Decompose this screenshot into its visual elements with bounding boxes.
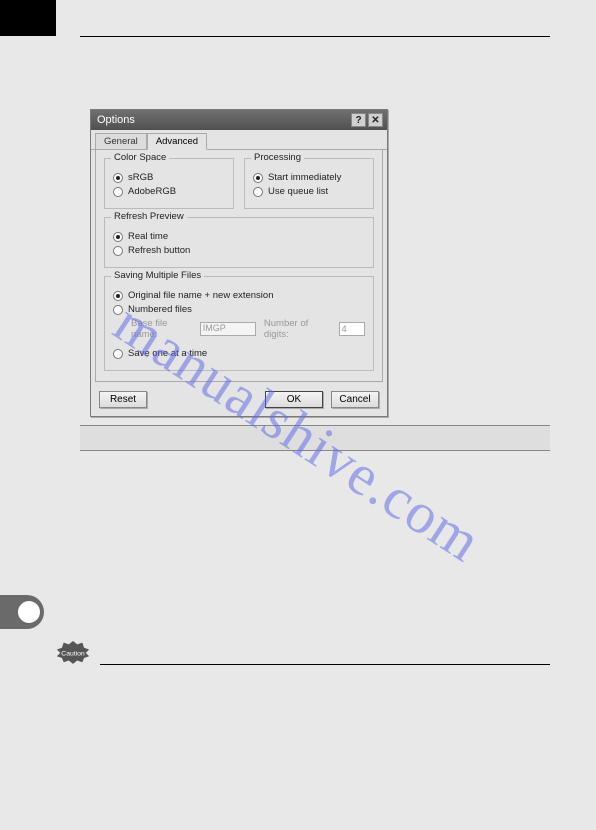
dialog-title: Options [97,114,135,126]
legend-color-space: Color Space [111,152,169,163]
radio-icon [113,187,123,197]
radio-label: sRGB [128,172,153,183]
radio-icon [113,305,123,315]
group-processing: Processing Start immediately Use queue l… [244,158,374,209]
digits-label: Number of digits: [264,318,331,340]
radio-icon [113,246,123,256]
radio-icon [253,187,263,197]
close-button[interactable]: ✕ [368,113,383,127]
radio-adobergb[interactable]: AdobeRGB [113,186,225,197]
digits-stepper[interactable]: 4 [339,322,365,336]
radio-icon [113,173,123,183]
radio-start-immediately[interactable]: Start immediately [253,172,365,183]
radio-icon [113,291,123,301]
radio-label: Use queue list [268,186,328,197]
top-rule [80,36,550,37]
legend-processing: Processing [251,152,304,163]
radio-label: Refresh button [128,245,190,256]
base-name-field[interactable]: IMGP [200,322,256,336]
tab-panel-advanced: Color Space sRGB AdobeRGB Processing Sta… [95,149,383,382]
radio-label: Real time [128,231,168,242]
dialog-button-row: Reset OK Cancel [91,386,387,416]
radio-srgb[interactable]: sRGB [113,172,225,183]
numbered-subrow: Base file name: IMGP Number of digits: 4 [131,318,365,340]
radio-icon [253,173,263,183]
page-body [80,36,550,37]
ok-button[interactable]: OK [265,391,323,408]
legend-saving: Saving Multiple Files [111,270,204,281]
group-saving: Saving Multiple Files Original file name… [104,276,374,371]
svg-text:Caution: Caution [61,650,85,657]
lower-rule [100,664,550,665]
caution-icon: Caution [56,640,90,664]
radio-label: Start immediately [268,172,341,183]
radio-icon [113,349,123,359]
dialog-titlebar[interactable]: Options ? ✕ [91,110,387,130]
legend-refresh: Refresh Preview [111,211,187,222]
corner-tab [0,0,56,36]
page-thumb-circle [18,601,40,623]
memo-band [80,425,550,451]
tab-advanced[interactable]: Advanced [147,133,207,150]
cancel-button[interactable]: Cancel [331,391,379,408]
help-button[interactable]: ? [351,113,366,127]
radio-icon [113,232,123,242]
tab-general[interactable]: General [95,133,147,149]
page-thumb-tab [0,595,44,629]
tab-strip: General Advanced [91,130,387,150]
radio-label: Numbered files [128,304,192,315]
reset-button[interactable]: Reset [99,391,147,408]
radio-use-queue[interactable]: Use queue list [253,186,365,197]
radio-original-name[interactable]: Original file name + new extension [113,290,365,301]
radio-save-one[interactable]: Save one at a time [113,348,365,359]
radio-numbered[interactable]: Numbered files [113,304,365,315]
options-dialog: Options ? ✕ General Advanced Color Space… [90,109,388,417]
base-name-label: Base file name: [131,318,192,340]
group-color-space: Color Space sRGB AdobeRGB [104,158,234,209]
radio-real-time[interactable]: Real time [113,231,365,242]
group-refresh-preview: Refresh Preview Real time Refresh button [104,217,374,268]
radio-label: Save one at a time [128,348,207,359]
radio-label: Original file name + new extension [128,290,273,301]
radio-label: AdobeRGB [128,186,176,197]
radio-refresh-button[interactable]: Refresh button [113,245,365,256]
